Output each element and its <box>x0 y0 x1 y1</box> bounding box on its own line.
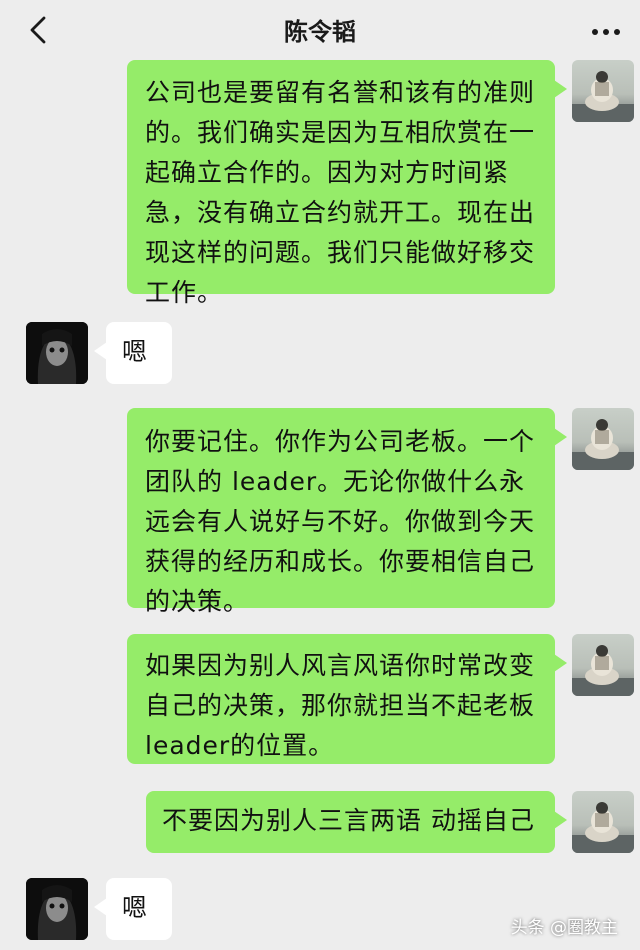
chat-header: 陈令韬 <box>0 0 640 58</box>
my-avatar[interactable] <box>572 408 634 470</box>
message-text: 公司也是要留有名誉和该有的准则的。我们确实是因为互相欣赏在一起确立合作的。因为对… <box>145 78 536 307</box>
message-text: 嗯 <box>122 337 149 366</box>
avatar-image <box>26 322 88 384</box>
message-bubble-received[interactable]: 嗯 <box>94 322 172 384</box>
avatar-image <box>26 878 88 940</box>
message-text: 不要因为别人三言两语 动摇自己 <box>162 806 535 835</box>
message-bubble-received[interactable]: 嗯 <box>94 878 172 940</box>
avatar-image <box>572 645 634 696</box>
message-bubble-sent[interactable]: 如果因为别人风言风语你时常改变自己的决策，那你就担当不起老板 leader的位置… <box>127 634 567 764</box>
my-avatar[interactable] <box>572 791 634 853</box>
contact-avatar[interactable] <box>26 322 88 384</box>
message-text: 如果因为别人风言风语你时常改变自己的决策，那你就担当不起老板 leader的位置… <box>145 651 536 760</box>
watermark: 头条 @圈教主 <box>510 918 618 938</box>
message-bubble-sent[interactable]: 公司也是要留有名誉和该有的准则的。我们确实是因为互相欣赏在一起确立合作的。因为对… <box>127 60 567 307</box>
my-avatar[interactable] <box>572 60 634 122</box>
message-bubble-sent[interactable]: 你要记住。你作为公司老板。一个团队的 leader。无论你做什么永远会有人说好与… <box>127 408 567 616</box>
avatar-image <box>572 802 634 853</box>
message-text: 你要记住。你作为公司老板。一个团队的 leader。无论你做什么永远会有人说好与… <box>145 427 536 616</box>
my-avatar[interactable] <box>572 634 634 696</box>
message-text: 嗯 <box>122 893 149 922</box>
contact-avatar[interactable] <box>26 878 88 940</box>
avatar-image <box>572 419 634 470</box>
avatar-image <box>572 71 634 122</box>
chat-title: 陈令韬 <box>284 18 356 46</box>
more-icon <box>590 20 623 39</box>
more-button[interactable] <box>586 12 626 46</box>
message-bubble-sent[interactable]: 不要因为别人三言两语 动摇自己 <box>146 791 567 853</box>
